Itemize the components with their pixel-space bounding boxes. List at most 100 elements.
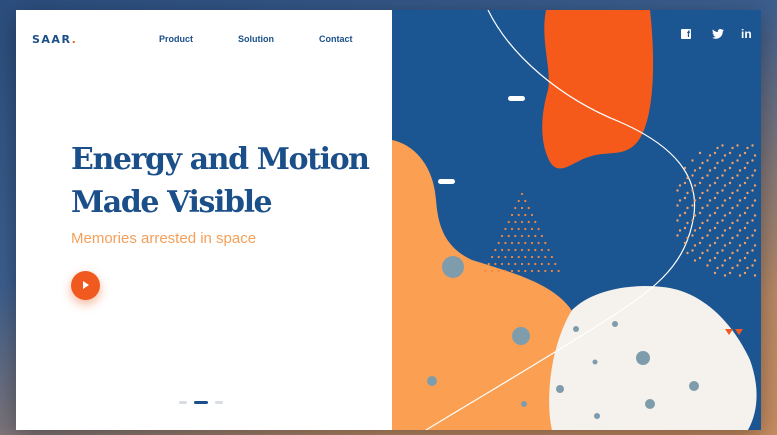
pattern-dot	[514, 234, 517, 238]
pattern-dot	[751, 174, 754, 177]
pattern-dot	[517, 199, 520, 203]
pattern-dot	[544, 241, 547, 245]
pattern-dot	[743, 181, 747, 185]
pattern-dot	[683, 196, 687, 200]
pattern-dot	[716, 146, 719, 150]
pattern-dot	[693, 229, 697, 232]
pattern-dot	[751, 204, 754, 207]
pattern-dot	[743, 241, 747, 245]
pattern-dot	[738, 229, 742, 232]
pattern-dot	[524, 227, 527, 231]
slider-dot-1[interactable]	[179, 401, 187, 404]
pattern-dot	[527, 220, 530, 224]
slider-dot-3[interactable]	[215, 401, 223, 404]
pattern-dot	[550, 255, 553, 259]
pattern-dot	[510, 241, 514, 245]
pattern-dot	[517, 213, 520, 217]
pattern-dot	[713, 226, 717, 230]
pattern-dot	[743, 271, 747, 275]
pattern-dot	[738, 214, 742, 217]
pattern-dot	[746, 236, 749, 240]
pattern-dot	[706, 264, 709, 267]
pattern-dot	[731, 146, 734, 150]
pattern-dot	[743, 166, 747, 170]
nav-item-product[interactable]: Product	[159, 34, 193, 44]
pattern-dot	[753, 274, 757, 277]
pattern-dot	[721, 219, 724, 222]
pattern-dot	[751, 219, 754, 222]
pattern-dot	[746, 161, 749, 165]
pattern-dot	[746, 206, 749, 210]
pattern-dot	[676, 204, 679, 207]
pattern-dot	[721, 264, 724, 267]
pattern-dot	[524, 255, 527, 259]
pattern-dot	[676, 234, 679, 237]
pattern-dot	[683, 241, 687, 245]
pattern-dot	[706, 159, 709, 162]
pattern-dot	[753, 199, 757, 202]
pattern-dot	[491, 255, 494, 259]
pattern-dot	[520, 262, 524, 266]
brand-logo[interactable]: SAAR.	[32, 33, 77, 46]
pattern-dot	[723, 274, 727, 277]
pattern-dot	[686, 191, 689, 195]
slider-dot-2-active[interactable]	[194, 401, 208, 404]
pattern-dot	[491, 269, 494, 273]
pattern-dot	[530, 241, 534, 245]
pattern-dot	[728, 166, 732, 170]
play-button[interactable]	[71, 271, 100, 300]
pattern-dot	[530, 269, 534, 273]
pattern-dot	[716, 206, 719, 210]
pattern-dot	[738, 199, 742, 202]
twitter-icon[interactable]	[712, 29, 724, 39]
pattern-dot	[487, 262, 490, 266]
pattern-dot	[691, 204, 694, 207]
pattern-dot	[507, 248, 510, 252]
pattern-dot	[721, 234, 724, 237]
brand-name[interactable]: SAAR	[32, 33, 72, 46]
pattern-dot	[693, 214, 697, 217]
pattern-dot	[708, 229, 712, 232]
pattern-dot	[540, 248, 543, 252]
pattern-dot	[500, 262, 504, 266]
pattern-dot	[520, 248, 524, 252]
pattern-dot	[698, 166, 702, 170]
pattern-dot	[723, 199, 727, 202]
pattern-dot	[708, 169, 712, 172]
pattern-dot	[510, 213, 514, 217]
pattern-dot	[708, 259, 712, 262]
pattern-dot	[527, 206, 530, 210]
pattern-dot	[701, 161, 704, 165]
pattern-dot	[691, 234, 694, 237]
pattern-dot	[507, 220, 510, 224]
pattern-dot	[517, 269, 520, 273]
pattern-dot	[698, 256, 702, 260]
nav-item-contact[interactable]: Contact	[319, 34, 353, 44]
pattern-dot	[751, 249, 754, 252]
pattern-dot	[501, 248, 504, 252]
facebook-icon[interactable]: f	[681, 29, 691, 39]
pattern-dot	[514, 248, 517, 252]
pattern-dot	[731, 176, 734, 180]
pattern-dot	[497, 269, 500, 273]
pattern-dot	[520, 192, 524, 196]
pattern-dot	[530, 227, 534, 231]
pattern-dot	[716, 221, 719, 225]
pattern-dot	[738, 259, 742, 262]
hero-subtitle: Memories arrested in space	[71, 230, 257, 247]
pattern-dot	[723, 184, 727, 187]
pattern-dot	[527, 262, 530, 266]
orange-triangle-2	[735, 329, 743, 335]
nav-item-solution[interactable]: Solution	[238, 34, 274, 44]
linkedin-icon[interactable]: in	[741, 27, 752, 41]
hero-headline: Energy and Motion Made Visible	[71, 138, 370, 224]
pattern-dot	[738, 184, 742, 187]
pattern-dot	[683, 211, 687, 215]
hero-left-panel: SAAR. Product Solution Contact Energy an…	[16, 10, 392, 430]
hero-window: SAAR. Product Solution Contact Energy an…	[16, 10, 761, 430]
white-pill-1	[508, 96, 525, 101]
pattern-dot	[738, 244, 742, 247]
pattern-dot	[510, 227, 514, 231]
pattern-dot	[517, 241, 520, 245]
pattern-dot	[540, 262, 543, 266]
